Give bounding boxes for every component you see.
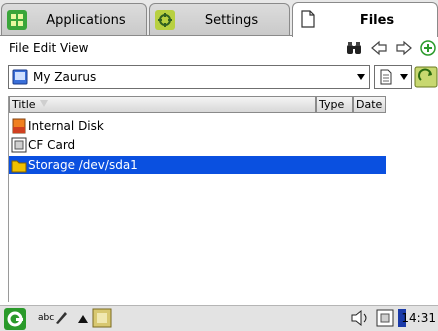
- forward-arrow-icon[interactable]: [396, 40, 412, 56]
- tab-applications-label: Applications: [46, 12, 126, 28]
- applications-icon: [7, 10, 27, 30]
- view-mode-button[interactable]: [374, 65, 412, 89]
- speaker-icon[interactable]: [350, 309, 372, 327]
- zaurus-icon: [12, 69, 28, 85]
- file-name: Internal Disk: [28, 119, 104, 133]
- location-row: My Zaurus: [0, 62, 438, 92]
- cf-card-icon: [11, 137, 27, 153]
- menu-file[interactable]: File: [9, 41, 29, 55]
- input-method-label[interactable]: abc: [38, 313, 54, 323]
- start-menu-icon[interactable]: [4, 308, 26, 330]
- document-icon: [301, 10, 315, 28]
- tab-files[interactable]: Files: [292, 2, 438, 37]
- location-value: My Zaurus: [33, 70, 97, 84]
- add-icon[interactable]: [420, 40, 436, 56]
- binoculars-icon[interactable]: [346, 40, 362, 56]
- file-name: CF Card: [28, 138, 76, 152]
- internal-disk-icon: [12, 118, 26, 134]
- menu-bar: File Edit View: [0, 36, 438, 60]
- folder-icon: [11, 160, 27, 173]
- tab-files-label: Files: [359, 12, 395, 28]
- column-header-title[interactable]: Title: [9, 96, 316, 113]
- clock[interactable]: 14:31: [401, 311, 436, 325]
- column-type-label: Type: [319, 98, 345, 111]
- pen-icon[interactable]: [54, 309, 68, 325]
- up-arrow-icon[interactable]: [78, 315, 88, 323]
- tab-bar: Applications Settings Files: [0, 0, 438, 37]
- tab-settings[interactable]: Settings: [149, 3, 290, 36]
- file-name: Storage /dev/sda1: [28, 158, 138, 172]
- cf-card-status-icon[interactable]: [376, 309, 394, 327]
- list-item[interactable]: Internal Disk: [9, 117, 386, 135]
- tab-settings-label: Settings: [204, 12, 259, 28]
- list-item-selected[interactable]: Storage /dev/sda1: [9, 156, 386, 174]
- back-arrow-icon[interactable]: [371, 40, 387, 56]
- keyboard-applet-icon[interactable]: [92, 308, 112, 328]
- column-header-date[interactable]: Date: [353, 96, 386, 113]
- dropdown-arrow-icon: [400, 74, 408, 80]
- dropdown-arrow-icon: [357, 74, 365, 80]
- menu-edit[interactable]: Edit: [33, 41, 56, 55]
- menu-view[interactable]: View: [60, 41, 88, 55]
- page-view-icon: [380, 69, 392, 85]
- file-list[interactable]: Title Type Date Internal Disk CF Card St…: [8, 96, 438, 302]
- taskbar: abc 14:31: [0, 305, 438, 331]
- sort-arrow-icon: [40, 100, 48, 107]
- location-combo[interactable]: My Zaurus: [8, 65, 370, 89]
- column-date-label: Date: [356, 98, 383, 111]
- refresh-icon[interactable]: [414, 65, 438, 89]
- column-title-label: Title: [12, 98, 36, 111]
- list-item[interactable]: CF Card: [9, 136, 386, 154]
- tab-applications[interactable]: Applications: [1, 3, 147, 36]
- settings-icon: [155, 10, 175, 30]
- column-header-type[interactable]: Type: [316, 96, 353, 113]
